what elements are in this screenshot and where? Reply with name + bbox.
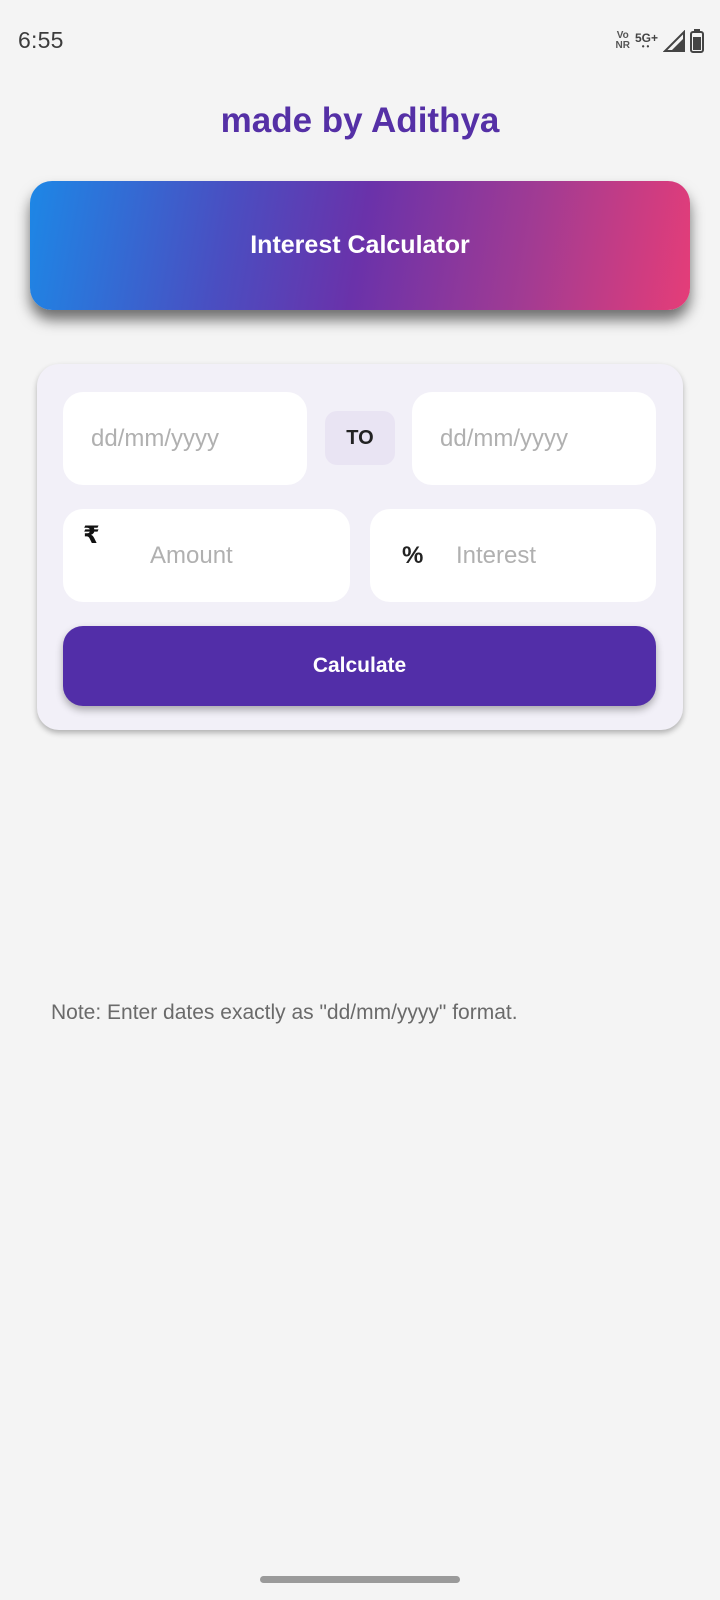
to-date-placeholder: dd/mm/yyyy xyxy=(440,425,569,452)
status-bar: 6:55 Vo NR 5G+ •• xyxy=(0,0,720,84)
calculate-button[interactable]: Calculate xyxy=(63,626,656,706)
interest-field[interactable]: % Interest xyxy=(370,509,656,602)
from-date-placeholder: dd/mm/yyyy xyxy=(91,425,220,452)
to-date-field[interactable]: dd/mm/yyyy xyxy=(412,392,656,485)
volte-icon: Vo NR xyxy=(615,30,630,51)
status-time: 6:55 xyxy=(18,27,64,53)
to-label: TO xyxy=(325,411,395,465)
interest-placeholder: Interest xyxy=(456,542,537,569)
status-icons: Vo NR 5G+ •• xyxy=(616,28,704,54)
battery-icon xyxy=(690,29,704,53)
from-date-field[interactable]: dd/mm/yyyy xyxy=(63,392,307,485)
calculator-card: dd/mm/yyyy TO dd/mm/yyyy ₹ Amount % Inte… xyxy=(37,364,683,730)
network-type-indicator: 5G+ •• xyxy=(634,31,658,51)
amount-placeholder: Amount xyxy=(150,542,233,569)
home-indicator[interactable] xyxy=(260,1576,460,1583)
rupee-icon: ₹ xyxy=(83,522,100,549)
signal-icon xyxy=(663,30,685,52)
app-banner: Interest Calculator xyxy=(30,181,690,310)
credit-title: made by Adithya xyxy=(220,101,500,140)
banner-title: Interest Calculator xyxy=(250,231,470,259)
format-note: Note: Enter dates exactly as "dd/mm/yyyy… xyxy=(51,1001,518,1024)
percent-icon: % xyxy=(402,542,424,569)
amount-field[interactable]: ₹ Amount xyxy=(63,509,350,602)
